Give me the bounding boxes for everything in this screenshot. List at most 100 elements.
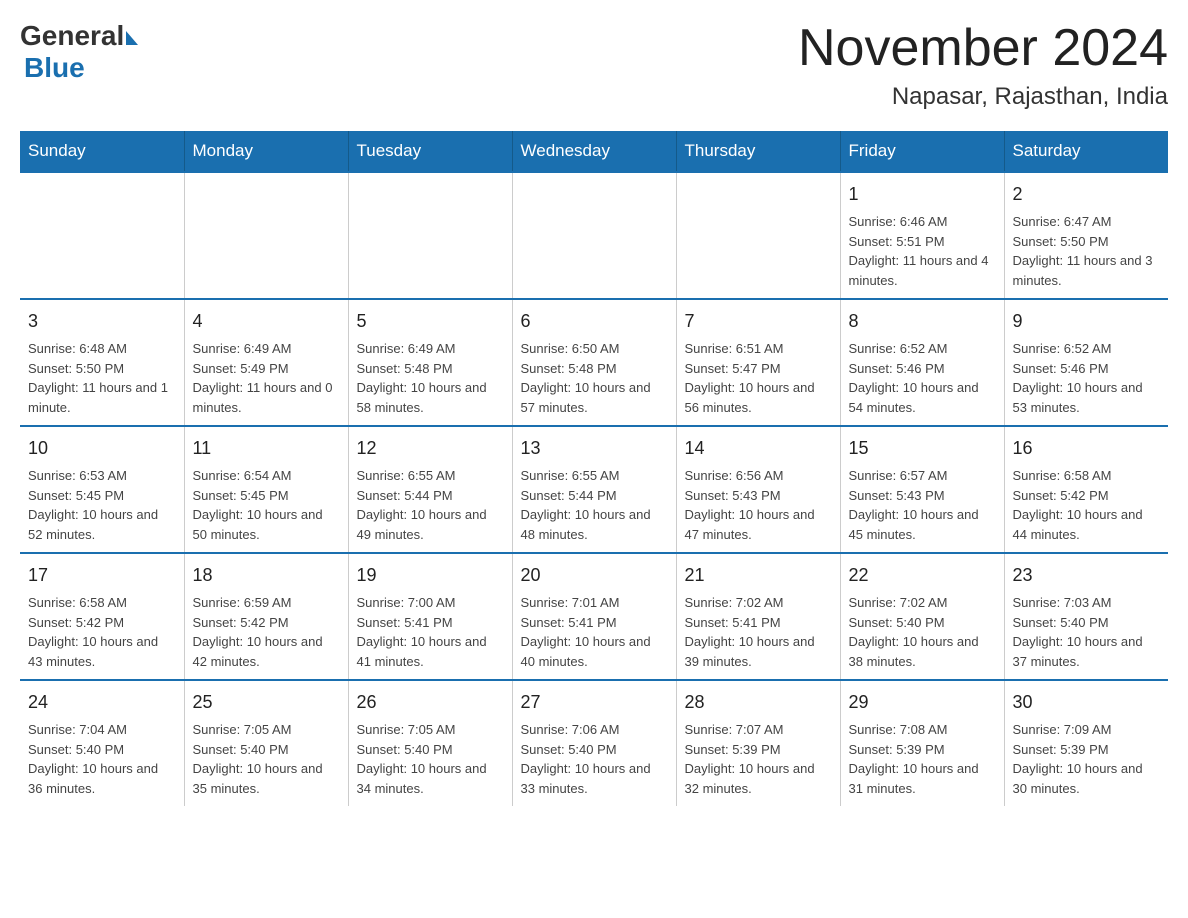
day-info: Sunset: 5:42 PM: [1013, 486, 1161, 506]
calendar-cell: 8 Sunrise: 6:52 AMSunset: 5:46 PMDaylight…: [840, 299, 1004, 426]
day-number: 29: [849, 689, 996, 716]
day-info: Daylight: 10 hours and 49 minutes.: [357, 505, 504, 544]
day-number: 25: [193, 689, 340, 716]
day-of-week-wednesday: Wednesday: [512, 131, 676, 172]
day-info: Daylight: 10 hours and 48 minutes.: [521, 505, 668, 544]
day-info: Sunrise: 7:03 AM: [1013, 593, 1161, 613]
day-info: Sunset: 5:50 PM: [28, 359, 176, 379]
day-number: 28: [685, 689, 832, 716]
day-info: Sunrise: 7:01 AM: [521, 593, 668, 613]
day-info: Daylight: 10 hours and 57 minutes.: [521, 378, 668, 417]
day-number: 4: [193, 308, 340, 335]
day-of-week-monday: Monday: [184, 131, 348, 172]
day-number: 16: [1013, 435, 1161, 462]
day-info: Daylight: 10 hours and 33 minutes.: [521, 759, 668, 798]
day-info: Sunset: 5:45 PM: [28, 486, 176, 506]
day-number: 17: [28, 562, 176, 589]
day-info: Sunrise: 6:53 AM: [28, 466, 176, 486]
calendar-cell: 4Sunrise: 6:49 AMSunset: 5:49 PMDaylight…: [184, 299, 348, 426]
calendar-cell: 10Sunrise: 6:53 AMSunset: 5:45 PMDayligh…: [20, 426, 184, 553]
logo: General Blue: [20, 20, 138, 84]
location-title: Napasar, Rajasthan, India: [798, 83, 1168, 111]
day-info: Sunset: 5:39 PM: [1013, 740, 1161, 760]
calendar-cell: 13Sunrise: 6:55 AMSunset: 5:44 PMDayligh…: [512, 426, 676, 553]
day-number: 18: [193, 562, 340, 589]
day-number: 15: [849, 435, 996, 462]
day-info: Sunrise: 7:09 AM: [1013, 720, 1161, 740]
day-number: 12: [357, 435, 504, 462]
calendar-cell: 16Sunrise: 6:58 AMSunset: 5:42 PMDayligh…: [1004, 426, 1168, 553]
day-info: Daylight: 10 hours and 39 minutes.: [685, 632, 832, 671]
day-info: Sunset: 5:40 PM: [521, 740, 668, 760]
day-number: 10: [28, 435, 176, 462]
day-info: Sunset: 5:42 PM: [28, 613, 176, 633]
day-info: Sunrise: 6:57 AM: [849, 466, 996, 486]
day-info: Sunset: 5:44 PM: [357, 486, 504, 506]
day-number: 23: [1013, 562, 1161, 589]
day-info: Sunset: 5:45 PM: [193, 486, 340, 506]
calendar-cell: 12Sunrise: 6:55 AMSunset: 5:44 PMDayligh…: [348, 426, 512, 553]
calendar-cell: 3Sunrise: 6:48 AMSunset: 5:50 PMDaylight…: [20, 299, 184, 426]
day-info: Sunrise: 7:02 AM: [849, 593, 996, 613]
calendar-cell: 5Sunrise: 6:49 AMSunset: 5:48 PMDaylight…: [348, 299, 512, 426]
day-info: Sunrise: 6:56 AM: [685, 466, 832, 486]
day-info: Sunrise: 6:47 AM: [1013, 212, 1161, 232]
calendar-cell: 22Sunrise: 7:02 AMSunset: 5:40 PMDayligh…: [840, 553, 1004, 680]
day-number: 3: [28, 308, 176, 335]
day-info: Daylight: 10 hours and 53 minutes.: [1013, 378, 1161, 417]
calendar-cell: 7Sunrise: 6:51 AMSunset: 5:47 PMDaylight…: [676, 299, 840, 426]
day-number: 22: [849, 562, 996, 589]
calendar-cell: [184, 172, 348, 299]
day-info: Daylight: 11 hours and 3 minutes.: [1013, 251, 1161, 290]
day-info: Sunrise: 6:48 AM: [28, 339, 176, 359]
day-info: Daylight: 10 hours and 40 minutes.: [521, 632, 668, 671]
day-info: Sunset: 5:40 PM: [357, 740, 504, 760]
day-info: Daylight: 11 hours and 0 minutes.: [193, 378, 340, 417]
day-number: 7: [685, 308, 832, 335]
week-row-4: 17Sunrise: 6:58 AMSunset: 5:42 PMDayligh…: [20, 553, 1168, 680]
day-info: Sunrise: 6:55 AM: [521, 466, 668, 486]
day-info: Sunset: 5:39 PM: [685, 740, 832, 760]
day-number: 9: [1013, 308, 1161, 335]
calendar-cell: 14Sunrise: 6:56 AMSunset: 5:43 PMDayligh…: [676, 426, 840, 553]
logo-blue-text: Blue: [24, 52, 85, 84]
day-info: Daylight: 10 hours and 41 minutes.: [357, 632, 504, 671]
calendar-cell: 30Sunrise: 7:09 AMSunset: 5:39 PMDayligh…: [1004, 680, 1168, 806]
day-info: Daylight: 10 hours and 38 minutes.: [849, 632, 996, 671]
day-info: Sunset: 5:46 PM: [1013, 359, 1161, 379]
day-info: Sunset: 5:42 PM: [193, 613, 340, 633]
day-number: 26: [357, 689, 504, 716]
day-info: Sunset: 5:40 PM: [1013, 613, 1161, 633]
calendar-cell: [512, 172, 676, 299]
calendar-cell: 15Sunrise: 6:57 AMSunset: 5:43 PMDayligh…: [840, 426, 1004, 553]
day-number: 11: [193, 435, 340, 462]
day-info: Daylight: 10 hours and 31 minutes.: [849, 759, 996, 798]
day-info: Daylight: 10 hours and 30 minutes.: [1013, 759, 1161, 798]
calendar-cell: 19 Sunrise: 7:00 AMSunset: 5:41 PMDayligh…: [348, 553, 512, 680]
day-info: Sunset: 5:46 PM: [849, 359, 996, 379]
calendar-cell: 29Sunrise: 7:08 AMSunset: 5:39 PMDayligh…: [840, 680, 1004, 806]
day-number: 14: [685, 435, 832, 462]
calendar-cell: 24Sunrise: 7:04 AMSunset: 5:40 PMDayligh…: [20, 680, 184, 806]
day-info: Sunset: 5:41 PM: [685, 613, 832, 633]
week-row-5: 24Sunrise: 7:04 AMSunset: 5:40 PMDayligh…: [20, 680, 1168, 806]
calendar-cell: 26Sunrise: 7:05 AMSunset: 5:40 PMDayligh…: [348, 680, 512, 806]
day-info: Daylight: 10 hours and 54 minutes.: [849, 378, 996, 417]
day-info: Daylight: 10 hours and 32 minutes.: [685, 759, 832, 798]
day-number: 21: [685, 562, 832, 589]
day-number: 24: [28, 689, 176, 716]
day-info: Sunset: 5:43 PM: [685, 486, 832, 506]
day-number: 19: [357, 562, 504, 589]
day-info: Sunset: 5:50 PM: [1013, 232, 1161, 252]
day-info: Sunrise: 7:00 AM: [357, 593, 504, 613]
day-info: Daylight: 10 hours and 34 minutes.: [357, 759, 504, 798]
calendar-cell: 2Sunrise: 6:47 AMSunset: 5:50 PMDaylight…: [1004, 172, 1168, 299]
day-number: 8: [849, 308, 996, 335]
days-of-week-row: SundayMondayTuesdayWednesdayThursdayFrid…: [20, 131, 1168, 172]
calendar-cell: [20, 172, 184, 299]
calendar-cell: 18Sunrise: 6:59 AMSunset: 5:42 PMDayligh…: [184, 553, 348, 680]
day-info: Sunrise: 6:51 AM: [685, 339, 832, 359]
day-info: Sunset: 5:41 PM: [357, 613, 504, 633]
day-info: Sunrise: 7:07 AM: [685, 720, 832, 740]
day-info: Sunrise: 6:52 AM: [849, 339, 996, 359]
